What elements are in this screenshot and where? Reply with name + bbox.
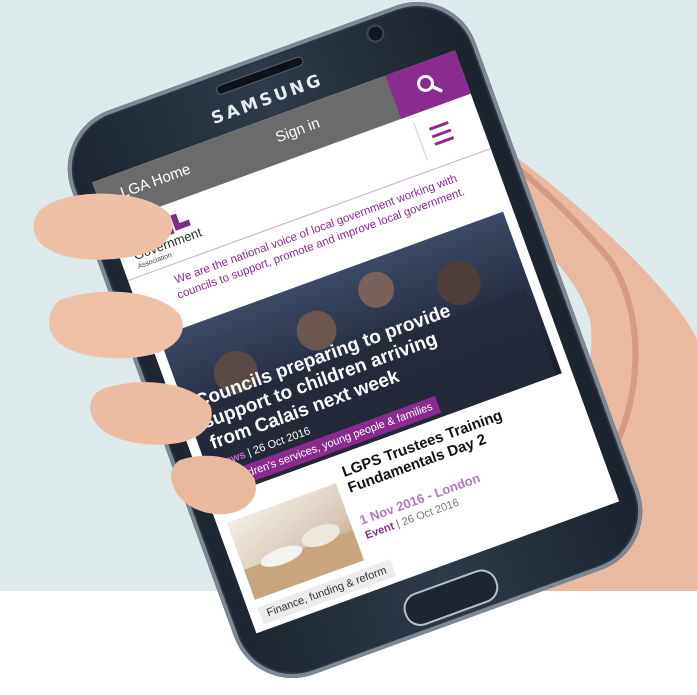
- sign-in-link[interactable]: Sign in: [273, 115, 322, 147]
- hamburger-icon: [434, 136, 455, 146]
- search-icon: [416, 74, 443, 93]
- menu-button[interactable]: [413, 108, 466, 161]
- photo-scene: SAMSUNG ‹ LGA Home Sign in Local Governm…: [0, 0, 697, 695]
- chevron-left-icon: ‹: [103, 189, 115, 207]
